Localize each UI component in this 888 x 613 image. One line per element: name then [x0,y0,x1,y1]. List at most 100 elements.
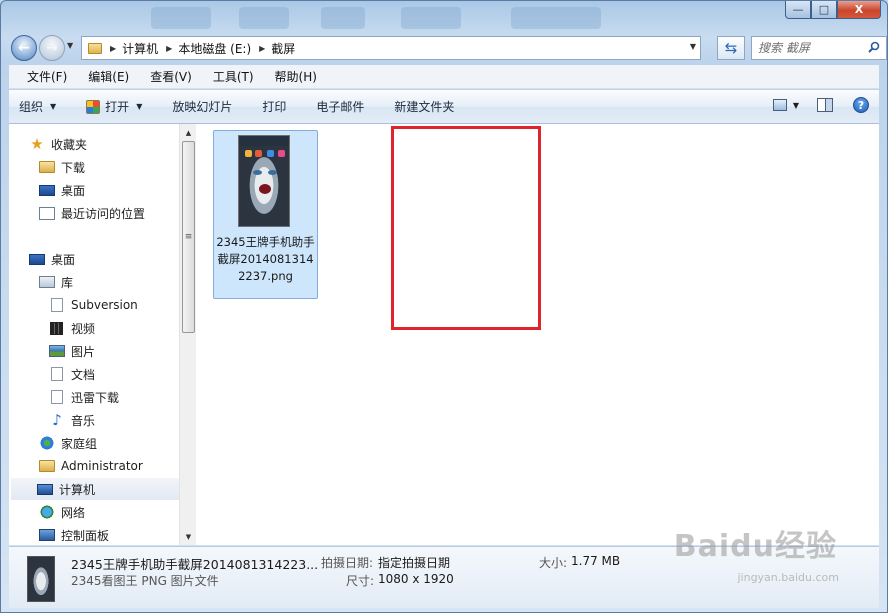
refresh-button[interactable]: ⇆ [717,36,745,60]
sidebar-item-label: 下载 [61,160,86,175]
thumbnail-detail [259,184,271,194]
command-bar: 组织 ▼ 打开 ▼ 放映幻灯片 打印 电子邮件 新建文件夹 ▼ ? [9,90,879,124]
control-panel-icon [39,529,55,541]
breadcrumb-computer[interactable]: ▶ 计算机 [102,40,158,57]
sidebar-item-recent-places[interactable]: 最近访问的位置 [39,202,145,224]
address-bar[interactable]: ▶ 计算机 ▶ 本地磁盘 (E:) ▶ 截屏 ▼ [81,36,701,60]
back-button[interactable]: ← [11,35,37,61]
thumbnail-detail [253,170,262,175]
menu-view[interactable]: 查看(V) [140,68,203,85]
image-viewer-app-icon [86,99,101,114]
chevron-down-icon: ▼ [136,102,143,111]
organize-button[interactable]: 组织 ▼ [19,98,56,115]
user-folder-icon [39,460,55,472]
slideshow-button[interactable]: 放映幻灯片 [172,98,232,115]
email-button[interactable]: 电子邮件 [316,98,364,115]
thumbnail-detail [268,170,277,175]
search-input[interactable] [758,41,862,55]
file-name: 2345王牌手机助手截屏20140813142237.png [216,235,315,283]
close-button[interactable]: X [837,1,881,19]
breadcrumb-label[interactable]: 计算机 [122,40,158,57]
baidu-watermark: Baidu经验 [673,529,837,564]
new-folder-button[interactable]: 新建文件夹 [394,98,454,115]
sidebar-item-label: Administrator [61,459,143,473]
recent-pages-chevron-icon[interactable]: ▼ [67,41,73,50]
dimensions-label: 尺寸: [346,574,375,588]
preview-pane-icon[interactable] [817,98,833,112]
desktop-icon [29,253,45,265]
red-highlight-box [391,126,541,330]
menu-edit[interactable]: 编辑(E) [78,68,140,85]
details-file-name: 2345王牌手机助手截屏2014081314223... [71,557,319,572]
breadcrumb-folder[interactable]: ▶ 截屏 [251,40,295,57]
menu-help[interactable]: 帮助(H) [265,68,328,85]
sidebar-item-control-panel[interactable]: 控制面板 [39,524,109,545]
sidebar-item-label: 网络 [61,505,86,520]
details-thumbnail [27,556,55,602]
sidebar-item-videos[interactable]: 视频 [49,317,95,339]
title-blur [321,7,365,29]
help-icon[interactable]: ? [853,97,869,113]
sidebar-item-subversion[interactable]: Subversion [49,294,138,316]
image-thumbnail [238,135,290,227]
sidebar-item-libraries[interactable]: 库 [39,271,73,293]
navigation-bar: ← → ▼ ▶ 计算机 ▶ 本地磁盘 (E:) ▶ 截屏 ▼ ⇆ [9,33,887,61]
breadcrumb-arrow-icon[interactable]: ▶ [166,44,172,53]
breadcrumb-arrow-icon[interactable]: ▶ [259,44,265,53]
main-content: ★ 收藏夹 下载 桌面 最近访问的位置 桌面 库 Subversion 视频 图… [9,124,879,545]
forward-button[interactable]: → [39,35,65,61]
sidebar-item-label: 最近访问的位置 [61,206,146,221]
file-item[interactable]: 2345王牌手机助手截屏20140813142237.png [213,130,318,299]
sidebar-item-network[interactable]: 网络 [39,501,85,523]
open-label: 打开 [105,100,130,114]
document-icon [51,390,63,404]
size-value: 1.77 MB [571,554,621,568]
sidebar-item-label: 迅雷下载 [71,390,120,405]
address-history-chevron-icon[interactable]: ▼ [690,42,696,51]
sidebar-item-administrator[interactable]: Administrator [39,455,143,477]
breadcrumb-label[interactable]: 截屏 [271,40,295,57]
print-button[interactable]: 打印 [262,98,286,115]
sidebar-item-label: 库 [61,275,74,290]
sidebar-item-favorites[interactable]: ★ 收藏夹 [29,133,87,155]
breadcrumb-drive[interactable]: ▶ 本地磁盘 (E:) [158,40,251,57]
file-list[interactable]: 2345王牌手机助手截屏20140813142237.png [197,124,879,545]
network-icon [39,505,55,519]
change-view-icon[interactable] [772,99,787,111]
thumbnail-app-icon [267,150,274,157]
scrollbar-thumb[interactable]: ≡ [182,141,195,333]
open-button[interactable]: 打开 ▼ [86,98,142,115]
organize-label: 组织 [19,100,44,114]
menu-file[interactable]: 文件(F) [17,68,78,85]
scroll-up-icon[interactable]: ▲ [180,124,197,141]
chevron-down-icon: ▼ [50,102,57,111]
sidebar-item-homegroup[interactable]: 家庭组 [39,432,97,454]
menu-bar: 文件(F) 编辑(E) 查看(V) 工具(T) 帮助(H) [9,65,879,89]
sidebar-item-music[interactable]: ♪ 音乐 [49,409,95,431]
sidebar-item-downloads[interactable]: 下载 [39,156,85,178]
sidebar-scrollbar[interactable]: ▲ ≡ ▼ [179,124,196,545]
scroll-down-icon[interactable]: ▼ [180,528,197,545]
refresh-icon: ⇆ [724,39,738,57]
date-taken-value[interactable]: 指定拍摄日期 [378,554,450,571]
picture-icon [49,345,65,357]
view-controls: ▼ ? [772,97,869,113]
maximize-button[interactable]: □ [811,1,837,19]
sidebar-item-label: 桌面 [61,183,86,198]
sidebar-item-pictures[interactable]: 图片 [49,340,95,362]
navigation-pane: ★ 收藏夹 下载 桌面 最近访问的位置 桌面 库 Subversion 视频 图… [9,124,179,545]
sidebar-item-thunder-downloads[interactable]: 迅雷下载 [49,386,119,408]
sidebar-item-documents[interactable]: 文档 [49,363,95,385]
sidebar-item-desktop-fav[interactable]: 桌面 [39,179,85,201]
search-icon[interactable] [868,41,880,53]
thumbnail-app-icon [245,150,252,157]
arrow-right-icon: → [46,40,58,56]
breadcrumb-label[interactable]: 本地磁盘 (E:) [178,40,251,57]
sidebar-item-computer[interactable]: 计算机 [11,478,179,500]
breadcrumb-arrow-icon[interactable]: ▶ [110,44,116,53]
menu-tools[interactable]: 工具(T) [203,68,265,85]
sidebar-item-desktop[interactable]: 桌面 [29,248,75,270]
search-box[interactable] [751,36,887,60]
view-options-chevron-icon[interactable]: ▼ [793,101,799,110]
minimize-button[interactable]: — [785,1,811,19]
